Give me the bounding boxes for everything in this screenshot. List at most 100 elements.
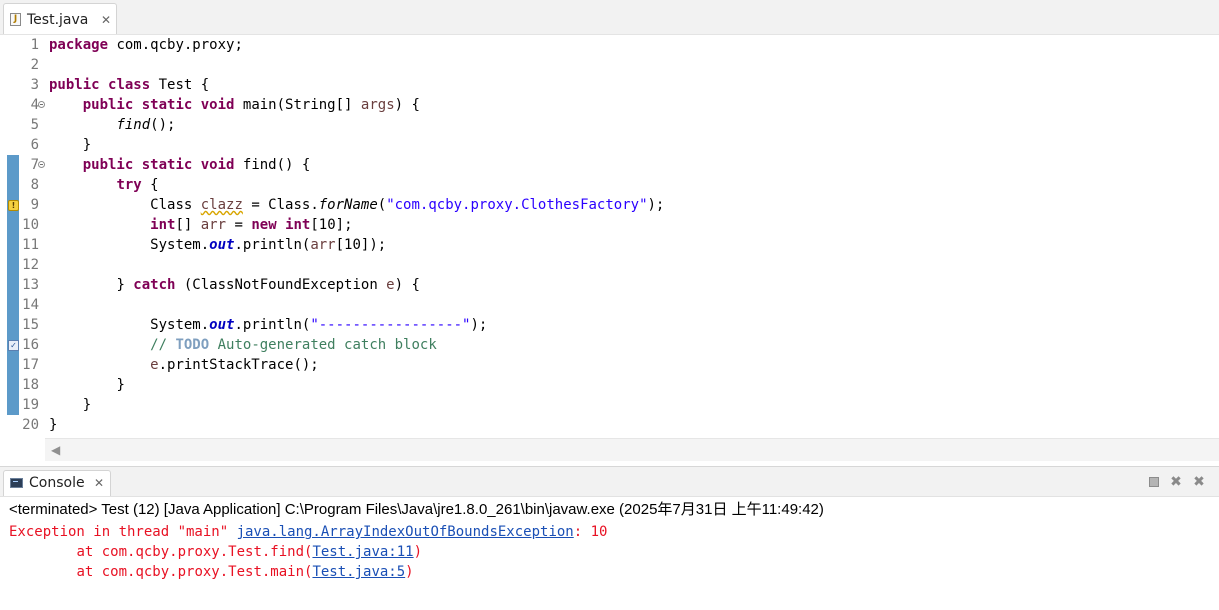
- source-link[interactable]: Test.java:11: [312, 544, 413, 560]
- console-output-line: Exception in thread "main" java.lang.Arr…: [9, 522, 607, 542]
- keyword: public: [49, 77, 100, 93]
- code-editor[interactable]: J Test.java ✕ ! ✓ 1 2 3 4 5 6 7 8 9 10 1…: [0, 0, 1219, 464]
- code-line-9[interactable]: Class clazz = Class.forName("com.qcby.pr…: [49, 195, 664, 215]
- code-line-19[interactable]: }: [49, 395, 91, 415]
- error-text: ): [405, 564, 414, 580]
- horizontal-scrollbar[interactable]: ◀: [45, 438, 1219, 461]
- error-text: at com.qcby.proxy.Test.find(: [76, 544, 313, 560]
- line-number: 1: [30, 37, 39, 53]
- static-field: out: [209, 237, 235, 253]
- code-line-5[interactable]: find();: [49, 115, 175, 135]
- code-line-18[interactable]: }: [49, 375, 124, 395]
- close-icon[interactable]: ✕: [101, 11, 111, 29]
- error-text: : 10: [573, 524, 608, 540]
- code-line-20[interactable]: }: [49, 415, 57, 435]
- terminate-button[interactable]: [1145, 473, 1163, 491]
- line-number: 19: [22, 397, 39, 413]
- local-variable: arr: [200, 217, 227, 233]
- fold-collapse-icon[interactable]: [38, 161, 45, 168]
- line-number: 6: [30, 137, 39, 153]
- error-text: ): [413, 544, 423, 560]
- scroll-left-icon[interactable]: ◀: [51, 442, 60, 458]
- java-file-icon: J: [10, 13, 21, 26]
- code-line-17[interactable]: e.printStackTrace();: [49, 355, 319, 375]
- code-text: []: [175, 217, 201, 233]
- close-icon[interactable]: ✕: [94, 474, 104, 492]
- code-text: }: [49, 417, 58, 433]
- code-line-10[interactable]: int[] arr = new int[10];: [49, 215, 352, 235]
- code-text: main(String[]: [234, 97, 361, 113]
- console-tab-label: Console: [29, 475, 85, 491]
- code-text: System.: [150, 237, 210, 253]
- code-text: [10]);: [335, 237, 387, 253]
- terminate-icon: [1149, 477, 1159, 487]
- code-text: .println(: [234, 237, 311, 253]
- task-icon[interactable]: ✓: [8, 340, 19, 351]
- keyword: int: [150, 217, 176, 233]
- code-text: }: [116, 277, 134, 293]
- code-text: (: [377, 197, 387, 213]
- line-number: 14: [22, 297, 39, 313]
- code-text: ) {: [394, 97, 420, 113]
- tab-test-java[interactable]: J Test.java ✕: [3, 3, 117, 34]
- line-number-gutter: ! ✓ 1 2 3 4 5 6 7 8 9 10 11 12 13 14 15 …: [0, 35, 45, 437]
- code-text: com.qcby.proxy;: [108, 37, 243, 53]
- remove-launch-button[interactable]: ✖: [1167, 473, 1185, 491]
- code-line-11[interactable]: System.out.println(arr[10]);: [49, 235, 386, 255]
- code-line-4[interactable]: public static void main(String[] args) {: [49, 95, 420, 115]
- line-number: 15: [22, 317, 39, 333]
- code-line-8[interactable]: try {: [49, 175, 158, 195]
- remove-all-terminated-button[interactable]: ✖: [1190, 473, 1208, 491]
- code-line-3[interactable]: public class Test {: [49, 75, 209, 95]
- warning-icon[interactable]: !: [8, 200, 19, 211]
- line-number: 4: [30, 97, 39, 113]
- editor-tab-bar: J Test.java ✕: [0, 0, 1219, 35]
- code-line-6[interactable]: }: [49, 135, 91, 155]
- code-area[interactable]: ! ✓ 1 2 3 4 5 6 7 8 9 10 11 12 13 14 15 …: [0, 35, 1219, 437]
- code-text: ();: [150, 117, 176, 133]
- code-text: .printStackTrace();: [158, 357, 319, 373]
- code-line-1[interactable]: package com.qcby.proxy;: [49, 35, 243, 55]
- line-number: 8: [30, 177, 39, 193]
- code-text: }: [82, 397, 92, 413]
- code-line-15[interactable]: System.out.println("-----------------");: [49, 315, 487, 335]
- keyword: public: [82, 157, 134, 173]
- console-view[interactable]: Console ✕ ✖ ✖ <terminated> Test (12) [Ja…: [0, 466, 1219, 610]
- keyword: package: [49, 37, 109, 53]
- string-literal: "-----------------": [310, 317, 471, 333]
- comment: //: [150, 337, 176, 353]
- line-number: 7: [30, 157, 39, 173]
- code-line-13[interactable]: } catch (ClassNotFoundException e) {: [49, 275, 420, 295]
- code-text: .println(: [234, 317, 311, 333]
- unused-variable: clazz: [200, 197, 243, 213]
- code-line-16[interactable]: // TODO Auto-generated catch block: [49, 335, 437, 355]
- line-number: 3: [30, 77, 39, 93]
- comment: Auto-generated catch block: [209, 337, 437, 353]
- keyword: catch: [133, 277, 176, 293]
- source-link[interactable]: Test.java:5: [312, 564, 405, 580]
- keyword: void: [200, 157, 235, 173]
- todo-tag: TODO: [175, 337, 210, 353]
- parameter: e: [386, 277, 395, 293]
- line-number: 5: [30, 117, 39, 133]
- tab-console[interactable]: Console ✕: [3, 470, 111, 496]
- exception-link[interactable]: java.lang.ArrayIndexOutOfBoundsException: [237, 524, 574, 540]
- code-text: System.: [150, 317, 210, 333]
- line-number: 17: [22, 357, 39, 373]
- code-line-7[interactable]: public static void find() {: [49, 155, 311, 175]
- code-text: find() {: [234, 157, 311, 173]
- code-text: ) {: [394, 277, 420, 293]
- code-text: =: [226, 217, 252, 233]
- line-number: 16: [22, 337, 39, 353]
- error-text: Exception in thread "main": [9, 524, 237, 540]
- keyword: class: [108, 77, 151, 93]
- console-output-line: at com.qcby.proxy.Test.find(Test.java:11…: [9, 542, 422, 562]
- fold-collapse-icon[interactable]: [38, 101, 45, 108]
- parameter: e: [150, 357, 159, 373]
- line-number: 11: [22, 237, 39, 253]
- method-call: forName: [318, 197, 378, 213]
- console-output-line: at com.qcby.proxy.Test.main(Test.java:5): [9, 562, 414, 582]
- keyword: int: [285, 217, 311, 233]
- line-number: 2: [30, 57, 39, 73]
- code-text: }: [82, 137, 92, 153]
